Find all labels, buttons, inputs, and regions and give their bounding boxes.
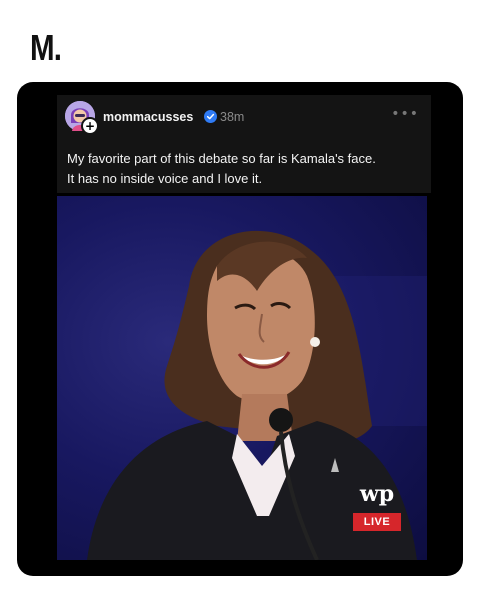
post-timestamp: 38m xyxy=(220,110,245,124)
post-text-line-1: My favorite part of this debate so far i… xyxy=(67,151,376,166)
post-card: + mommacusses 38m ••• My favorite part o… xyxy=(17,82,463,576)
washington-post-logo: wp xyxy=(359,481,395,507)
post-text-line-2: It has no inside voice and I love it. xyxy=(67,171,263,186)
social-post: + mommacusses 38m ••• My favorite part o… xyxy=(57,95,431,193)
post-media-image[interactable]: wp LIVE xyxy=(57,196,427,560)
live-badge: LIVE xyxy=(353,513,401,531)
post-text: My favorite part of this debate so far i… xyxy=(67,149,423,189)
more-options-icon[interactable]: ••• xyxy=(391,106,419,122)
post-username[interactable]: mommacusses xyxy=(103,110,193,124)
follow-plus-icon[interactable]: + xyxy=(81,117,99,135)
verified-badge-icon xyxy=(204,110,217,123)
avatar[interactable]: + xyxy=(65,101,99,135)
brand-logo: M. xyxy=(30,27,62,68)
